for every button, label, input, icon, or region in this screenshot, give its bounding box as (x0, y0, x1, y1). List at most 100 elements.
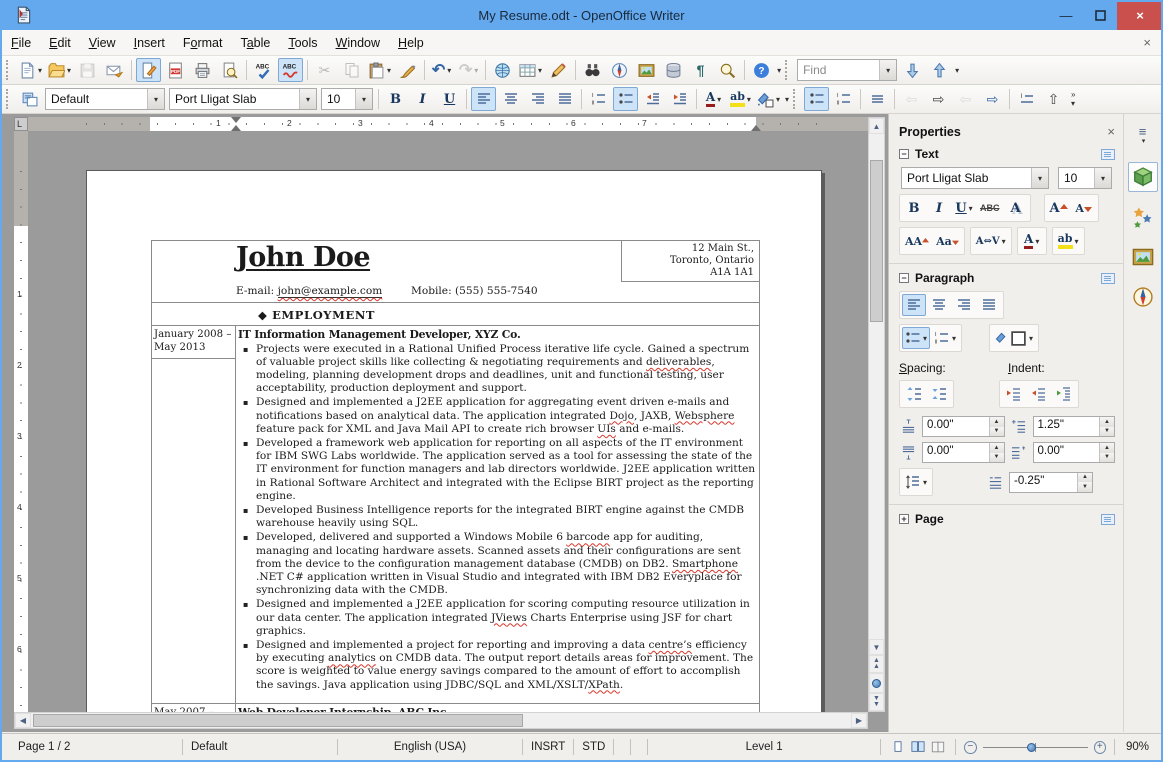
help-button[interactable]: ? (749, 58, 774, 82)
book-view-button[interactable] (931, 740, 945, 754)
tab-stop-selector[interactable]: L (14, 117, 28, 131)
increase-indent-button[interactable] (667, 87, 692, 111)
font-name-combo[interactable]: Port Lligat Slab ▾ (169, 88, 317, 110)
spin-up-icon[interactable]: ▲ (989, 417, 1004, 427)
dropdown-arrow-icon[interactable]: ▾ (747, 95, 751, 104)
tab-navigator[interactable] (1128, 282, 1158, 312)
sidebar-decrease-indent-button[interactable] (1027, 383, 1051, 405)
demote-level-button[interactable]: ⇨ (926, 87, 951, 111)
decrease-indent-button[interactable] (640, 87, 665, 111)
job-bullet[interactable]: Designed and implemented a J2EE applicat… (237, 598, 757, 638)
export-pdf-button[interactable]: PDF (163, 58, 188, 82)
find-toolbar-grip[interactable] (785, 60, 792, 80)
chevron-down-icon[interactable]: ▾ (879, 60, 897, 80)
save-button[interactable] (75, 58, 100, 82)
bold-button[interactable]: B (383, 87, 408, 111)
vertical-ruler[interactable]: 123456 (14, 131, 28, 712)
job-bullet[interactable]: Designed and implemented a J2EE applicat… (237, 396, 757, 436)
tab-styles-and-formatting[interactable] (1128, 202, 1158, 232)
sidebar-bullets-button[interactable]: ▾ (902, 327, 931, 349)
minimize-button[interactable]: — (1049, 2, 1083, 30)
sidebar-bold-button[interactable]: B (902, 197, 926, 219)
hyperlink-button[interactable] (490, 58, 515, 82)
chevron-down-icon[interactable]: ▾ (147, 89, 164, 109)
italic-button[interactable]: I (410, 87, 435, 111)
navigation-button[interactable] (869, 673, 884, 693)
sidebar-increase-indent-button[interactable] (1002, 383, 1026, 405)
numbered-list-button[interactable]: I II (586, 87, 611, 111)
previous-page-button[interactable]: ▲ ▲ (869, 655, 884, 673)
chevron-down-icon[interactable]: ▾ (1031, 168, 1048, 188)
single-page-view-button[interactable] (891, 740, 905, 754)
sidebar-font-name-combo[interactable]: Port Lligat Slab ▾ (901, 167, 1049, 189)
toolbar-grip[interactable] (6, 89, 13, 109)
hscroll-thumb[interactable] (33, 714, 523, 727)
demote-subpoints-button[interactable]: ⇨ (980, 87, 1005, 111)
copy-button[interactable] (339, 58, 364, 82)
styles-dialog-button[interactable] (17, 87, 42, 111)
bullets-toolbar-grip[interactable] (793, 89, 800, 109)
first-line-indent-field[interactable]: -0.25" ▲ ▼ (1009, 471, 1094, 493)
spin-down-icon[interactable]: ▼ (989, 426, 1004, 436)
spin-up-icon[interactable]: ▲ (1100, 443, 1114, 453)
zoom-in-button[interactable]: + (1093, 740, 1106, 754)
expand-icon[interactable]: + (899, 514, 909, 524)
text-section-header[interactable]: − Text (899, 147, 1115, 161)
scroll-up-icon[interactable]: ▲ (869, 118, 884, 134)
decrease-font-button[interactable]: A (1072, 197, 1096, 219)
insert-mode-status[interactable]: INSRT (523, 734, 573, 760)
align-justified-button[interactable] (552, 87, 577, 111)
background-color-button[interactable]: ▾ (755, 87, 782, 111)
sidebar-align-justified-button[interactable] (977, 294, 1001, 316)
collapse-icon[interactable]: − (899, 273, 909, 283)
email-button[interactable] (102, 58, 127, 82)
text-dialog-launcher-icon[interactable] (1101, 148, 1115, 160)
menu-table[interactable]: Table (231, 32, 279, 54)
increase-font-button[interactable]: A (1047, 197, 1071, 219)
sidebar-align-right-button[interactable] (952, 294, 976, 316)
signature-status[interactable] (631, 734, 647, 760)
move-up-button[interactable]: ⇧ (1041, 87, 1066, 111)
job-body[interactable]: Web Developer Internship, ABC Inc.Create… (236, 704, 759, 712)
paste-button[interactable]: ▾ (366, 58, 393, 82)
promote-subpoints-button[interactable]: ⇦ (953, 87, 978, 111)
uppercase-button[interactable]: AA (902, 230, 932, 252)
lowercase-button[interactable]: Aa (933, 230, 962, 252)
paragraph-section-header[interactable]: − Paragraph (899, 271, 1115, 285)
chevron-down-icon[interactable]: ▾ (299, 89, 316, 109)
character-spacing-button[interactable]: A⇔V ▾ (973, 230, 1009, 252)
job-bullet[interactable]: Developed Business Intelligence reports … (237, 504, 757, 530)
job-bullet[interactable]: Projects were executed in a Rational Uni… (237, 343, 757, 396)
zoom-button[interactable] (715, 58, 740, 82)
collapse-icon[interactable]: − (899, 149, 909, 159)
tab-gallery[interactable] (1128, 242, 1158, 272)
tab-properties[interactable] (1127, 162, 1158, 192)
sidebar-strikethrough-button[interactable]: ABC (977, 197, 1003, 219)
horizontal-ruler[interactable]: 1234567 (28, 117, 868, 131)
sidebar-italic-button[interactable]: I (927, 197, 951, 219)
new-document-button[interactable]: ▾ (17, 58, 44, 82)
close-document-icon[interactable]: × (1143, 35, 1151, 50)
undo-button[interactable]: ↶ ▾ (429, 58, 454, 82)
toolbar-grip[interactable] (6, 60, 13, 80)
toolbar-overflow-button[interactable]: ▾ (785, 95, 789, 104)
page-preview-button[interactable] (217, 58, 242, 82)
find-previous-button[interactable] (927, 58, 952, 82)
maximize-button[interactable] (1083, 2, 1117, 30)
dropdown-arrow-icon[interactable]: ▾ (387, 66, 391, 75)
document-page[interactable]: John Doe 12 Main St., Toronto, Ontario A… (86, 170, 822, 712)
spin-up-icon[interactable]: ▲ (1078, 472, 1093, 482)
table-button[interactable]: ▾ (517, 58, 544, 82)
hscroll-track[interactable] (31, 713, 851, 728)
menu-format[interactable]: Format (174, 32, 232, 54)
email-link[interactable]: john@example.com (277, 285, 383, 298)
page-section-header[interactable]: + Page (899, 512, 1115, 526)
resume-contact-row[interactable]: E-mail: john@example.com Mobile: (555) 5… (152, 282, 759, 304)
zoom-percent[interactable]: 90% (1115, 734, 1161, 760)
job-title[interactable]: Web Developer Internship, ABC Inc. (237, 705, 757, 712)
page-dialog-launcher-icon[interactable] (1101, 513, 1115, 525)
spacing-above-field[interactable]: 0.00" ▲ ▼ (922, 416, 1005, 437)
sidebar-settings-button[interactable]: ≡ ▾ (1128, 122, 1158, 152)
first-line-indent-marker[interactable] (231, 117, 241, 123)
vertical-scrollbar[interactable]: ▲ ▼ ▲ ▲ ▼ ▼ (868, 117, 885, 712)
